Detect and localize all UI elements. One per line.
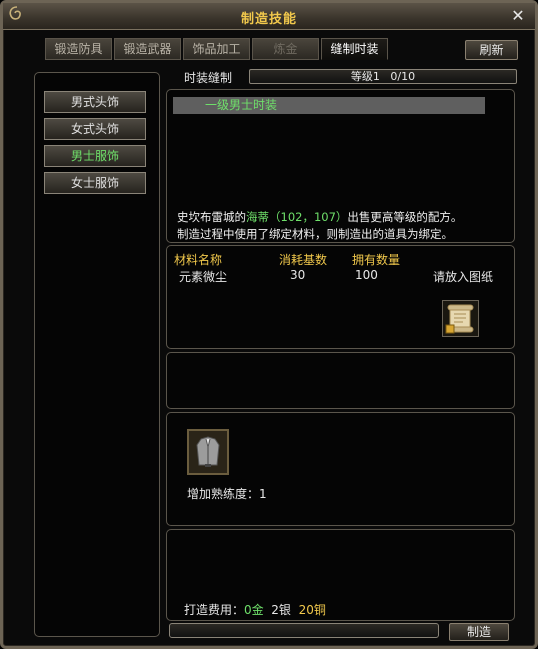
crafting-window: 制造技能 ✕ 锻造防具 锻造武器 饰品加工 炼金 缝制时装 刷新 男式头饰 女式… <box>0 0 538 649</box>
material-cost: 30 <box>290 268 306 282</box>
blueprint-scroll-icon <box>445 304 474 334</box>
blueprint-hint: 请放入图纸 <box>433 270 494 284</box>
result-item-slot[interactable] <box>187 429 229 475</box>
category-male-headwear[interactable]: 男式头饰 <box>44 91 146 113</box>
blueprint-slot[interactable] <box>442 300 479 337</box>
cost-copper: 20铜 <box>298 603 326 617</box>
skill-level-text: 等级1 0/10 <box>350 70 416 83</box>
proficiency-gain: 增加熟练度：1 <box>187 487 267 501</box>
category-panel: 男式头饰 女式头饰 男士服饰 女士服饰 <box>34 72 160 637</box>
cost-silver: 2银 <box>271 603 291 617</box>
recipe-description: 史坎布雷城的海蒂（102，107）出售更高等级的配方。 制造过程中使用了绑定材料… <box>177 210 463 241</box>
empty-box <box>166 352 515 409</box>
skill-name: 时装缝制 <box>184 71 233 85</box>
npc-link[interactable]: 海蒂（102，107） <box>246 210 347 224</box>
refresh-button[interactable]: 刷新 <box>465 40 518 60</box>
craft-button[interactable]: 制造 <box>449 623 509 641</box>
craft-progress-bar <box>169 623 439 638</box>
suit-armor-icon <box>189 431 227 473</box>
material-owned: 100 <box>355 268 378 282</box>
material-owned-header: 拥有数量 <box>352 253 401 267</box>
cost-gold: 0金 <box>244 603 264 617</box>
skill-level-bar: 等级1 0/10 <box>249 69 517 84</box>
recipe-item[interactable]: 一级男士时装 <box>173 97 485 114</box>
window-title: 制造技能 <box>240 12 297 27</box>
tab-alchemy[interactable]: 炼金 <box>252 38 319 60</box>
material-name-header: 材料名称 <box>174 253 223 267</box>
tab-tailoring[interactable]: 缝制时装 <box>321 38 388 60</box>
skill-tabs: 锻造防具 锻造武器 饰品加工 炼金 缝制时装 <box>45 38 390 60</box>
tab-forge-armor[interactable]: 锻造防具 <box>45 38 112 60</box>
tab-jewelry[interactable]: 饰品加工 <box>183 38 250 60</box>
category-male-clothing[interactable]: 男士服饰 <box>44 145 146 167</box>
close-icon[interactable]: ✕ <box>509 7 527 25</box>
title-bar[interactable]: 制造技能 ✕ <box>3 3 535 30</box>
category-female-clothing[interactable]: 女士服饰 <box>44 172 146 194</box>
tab-forge-weapon[interactable]: 锻造武器 <box>114 38 181 60</box>
category-female-headwear[interactable]: 女式头饰 <box>44 118 146 140</box>
material-name: 元素微尘 <box>179 270 228 284</box>
craft-cost: 打造费用：0金 2银 20铜 <box>184 603 326 617</box>
material-cost-header: 消耗基数 <box>279 253 328 267</box>
